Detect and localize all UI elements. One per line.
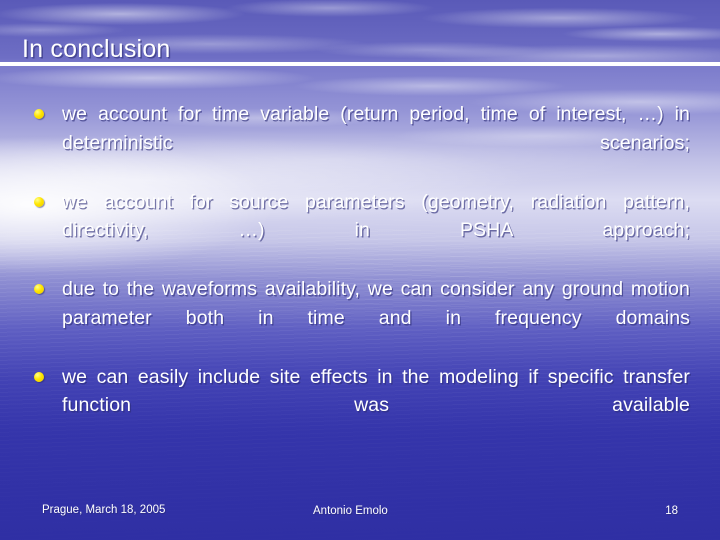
bullet-dot-icon	[34, 371, 44, 382]
slide-title: In conclusion	[22, 34, 171, 63]
bullet-item: we account for source parameters (geomet…	[30, 188, 690, 274]
bullet-item: due to the waveforms availability, we ca…	[30, 275, 690, 361]
bullet-dot-icon	[34, 284, 44, 294]
presentation-slide: In conclusion we account for time variab…	[0, 0, 720, 540]
bullet-item-text: we account for source parameters (geomet…	[62, 190, 690, 242]
bullet-dot-icon	[34, 109, 44, 119]
bullet-item-text: due to the waveforms availability, we ca…	[62, 278, 690, 329]
bullet-item-text: we can easily include site effects in th…	[62, 365, 690, 417]
bullet-dot-icon	[34, 196, 44, 207]
bullet-item: we account for time variable (return per…	[30, 100, 690, 186]
footer-author: Antonio Emolo	[313, 505, 388, 517]
slide-body-bullet-list: we account for time variable (return per…	[30, 100, 690, 450]
footer-date: Prague, March 18, 2005	[42, 504, 166, 516]
bullet-item: we can easily include site effects in th…	[30, 363, 690, 449]
footer-page-number: 18	[665, 505, 678, 517]
slide-footer: Prague, March 18, 2005 Antonio Emolo 18	[0, 494, 720, 540]
bullet-item-text: we account for time variable (return per…	[62, 103, 690, 154]
